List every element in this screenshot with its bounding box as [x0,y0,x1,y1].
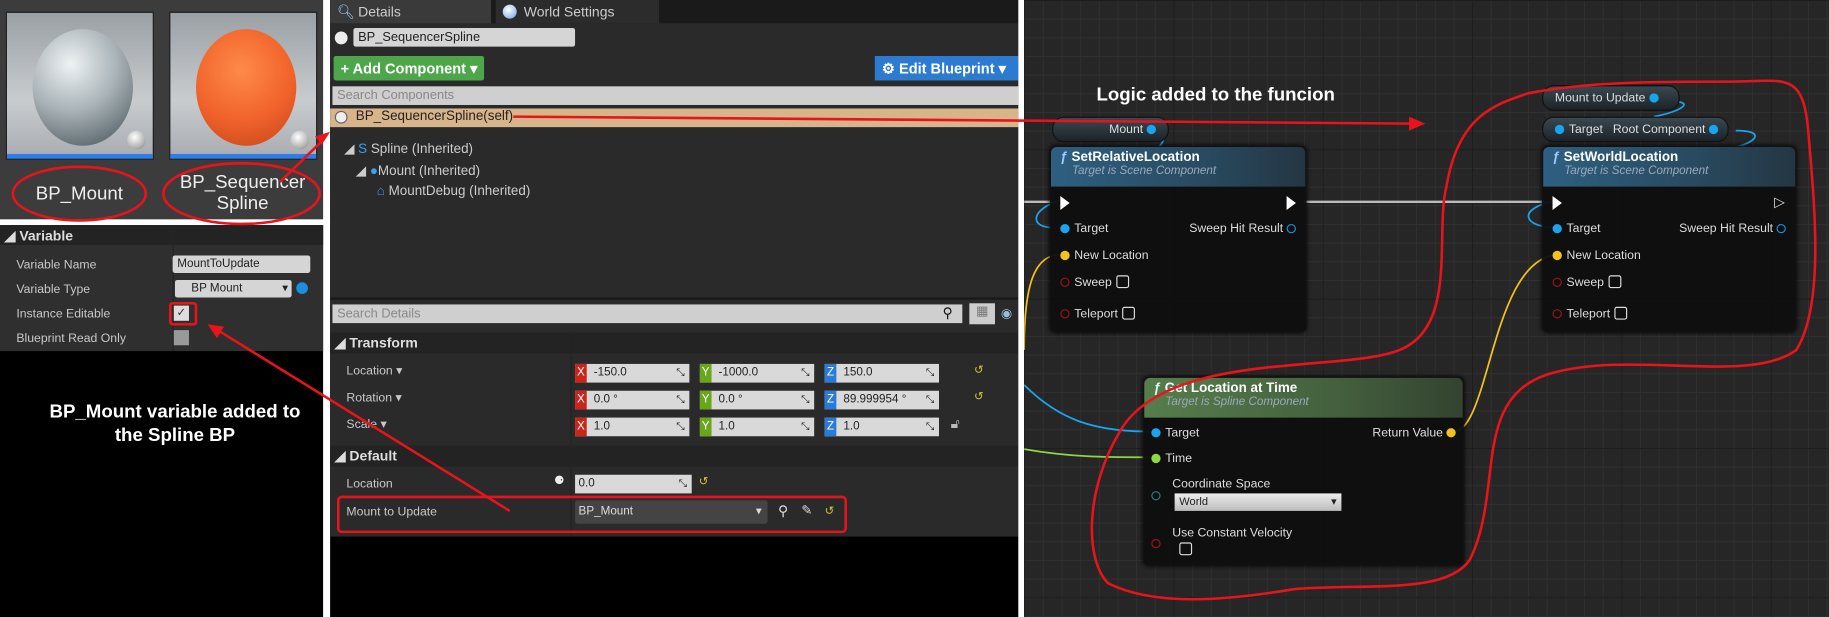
arrowhead-icon [314,131,331,145]
annotation-arrow [513,115,1418,125]
highlight-loop [1090,79,1817,601]
annotation-arrow [215,327,511,512]
arrowhead-icon [1409,116,1426,131]
annotation-arrow [279,139,325,183]
highlight-ellipse [11,165,148,222]
highlight-ellipse [162,162,321,226]
highlight-box [169,301,198,326]
highlight-box [336,495,847,534]
annotation-overlay [11,79,1817,601]
screenshot-composite: BP_Mount BP_Sequencer Spline ◢ Variable V… [0,0,1829,617]
